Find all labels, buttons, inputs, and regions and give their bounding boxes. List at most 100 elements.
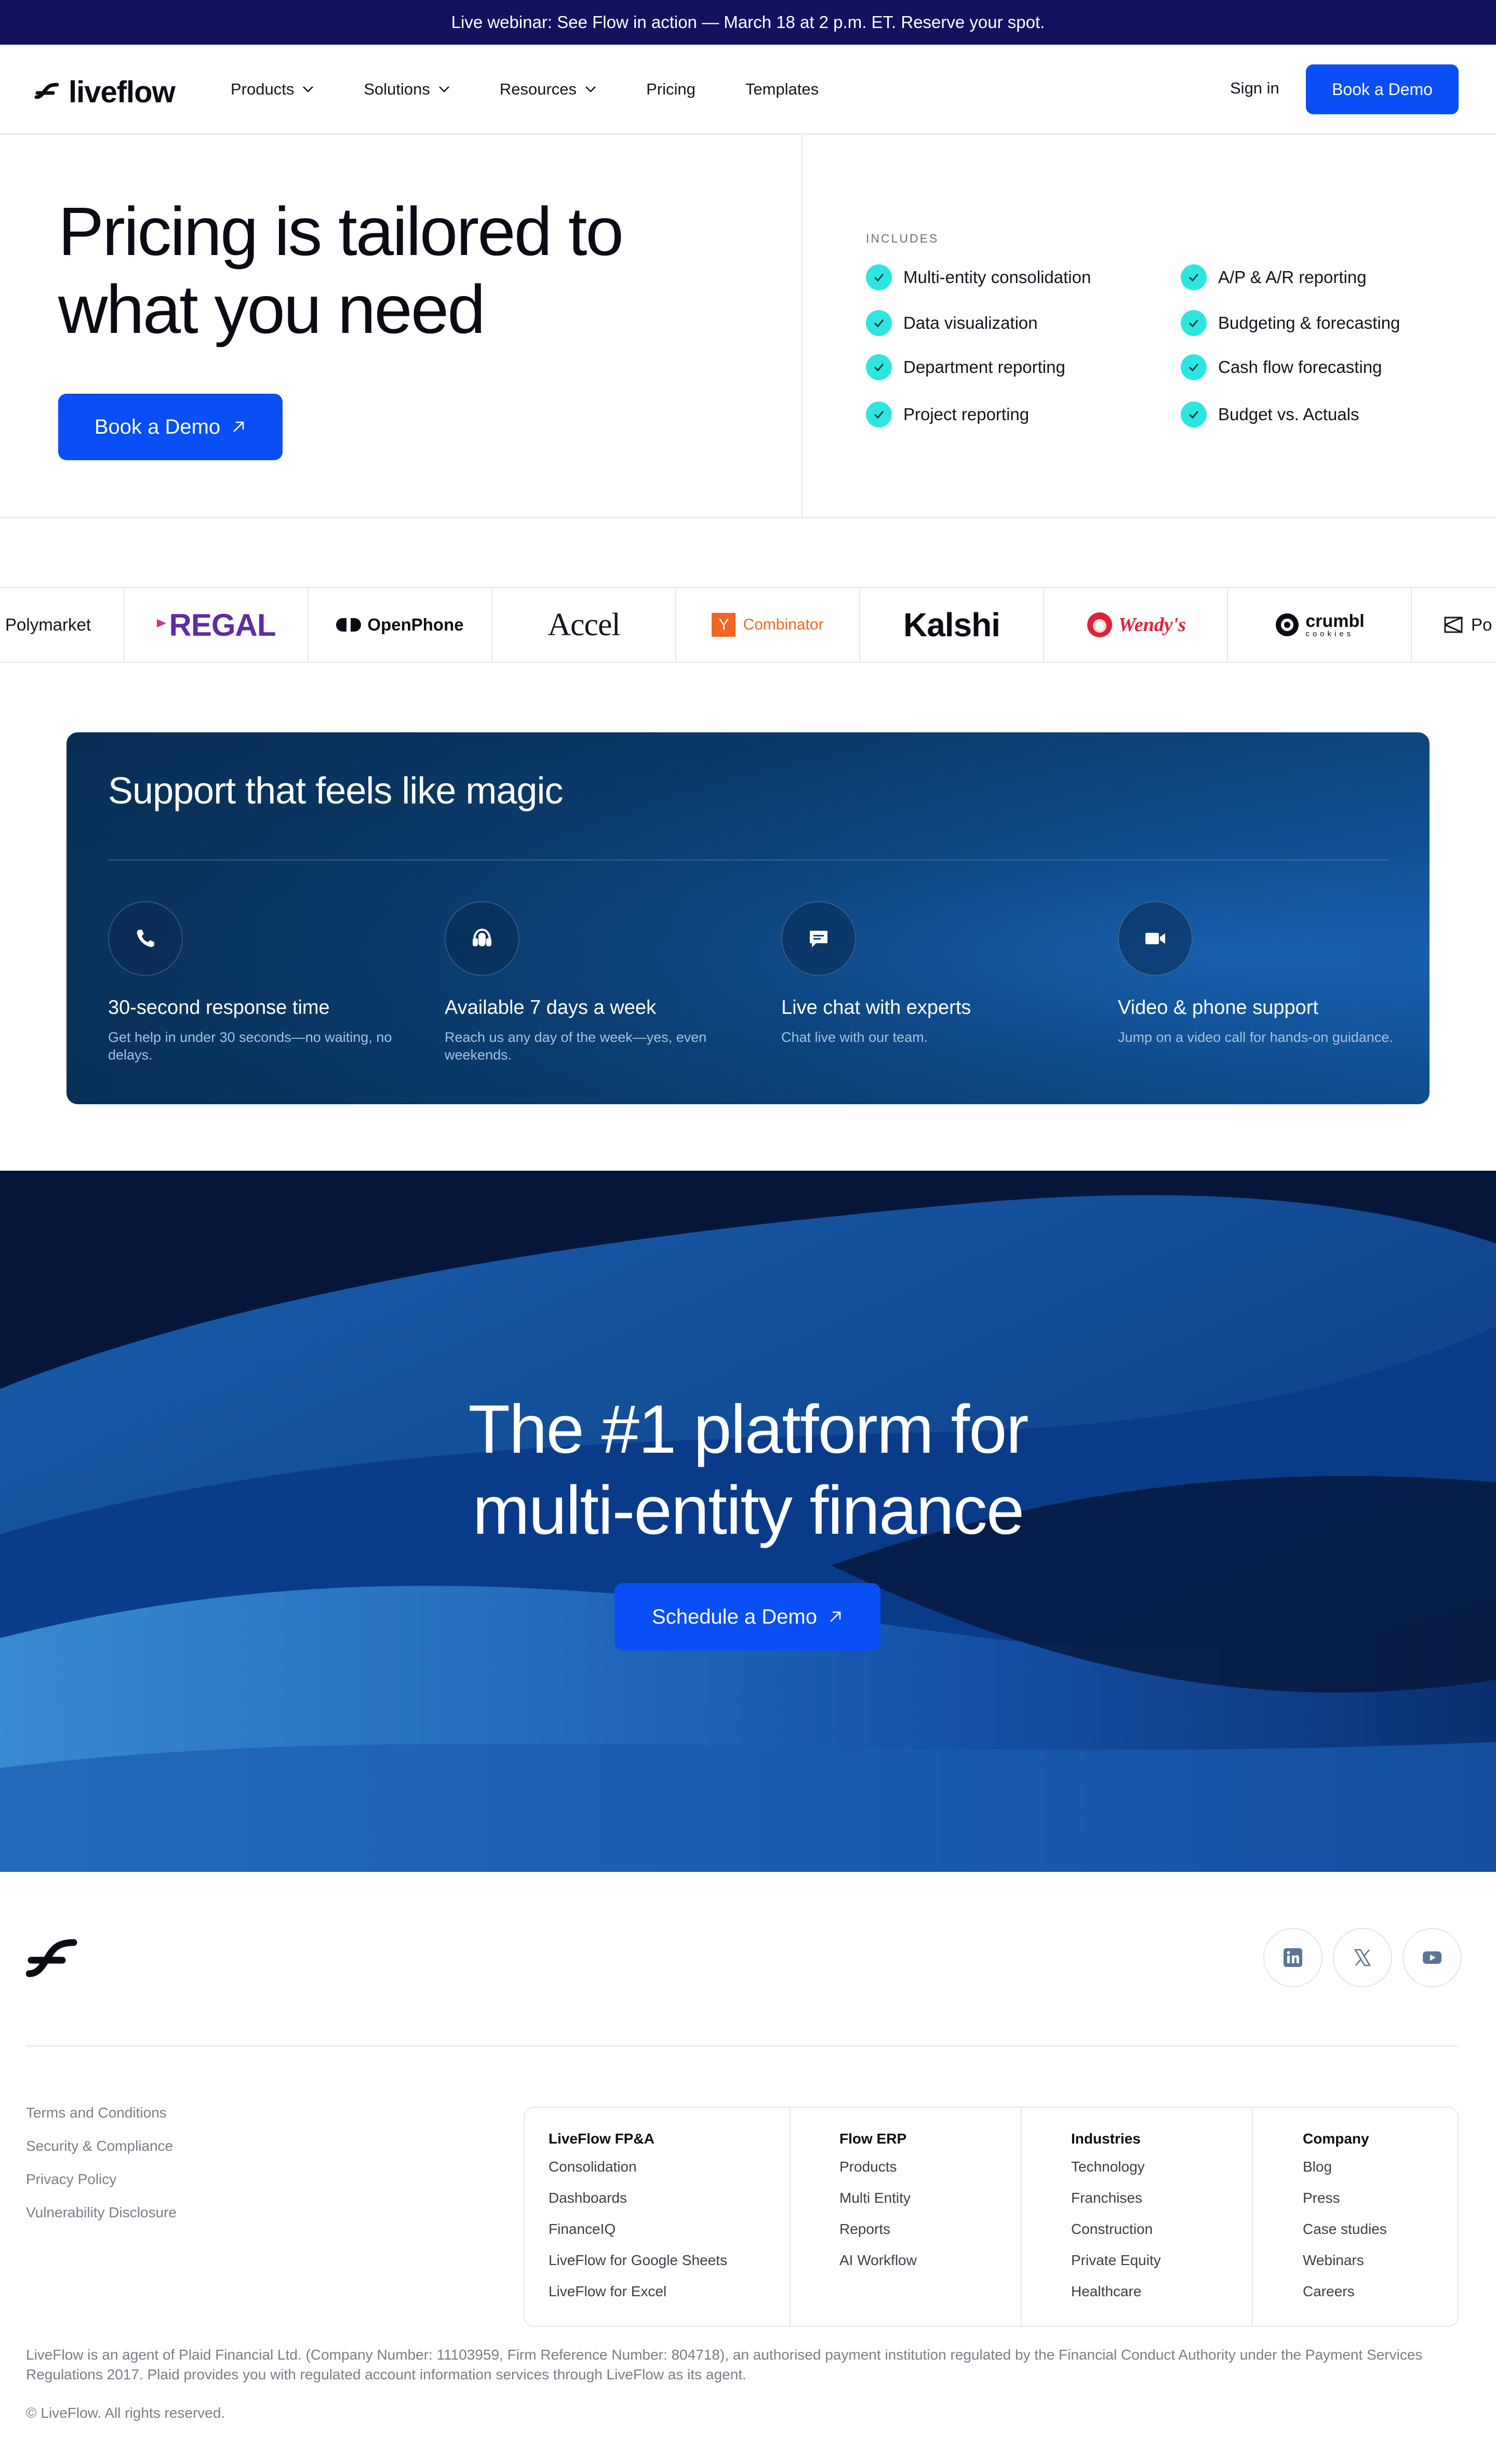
support-item-desc: Get help in under 30 seconds—no waiting,… [108, 1029, 392, 1063]
linkedin-link[interactable] [1263, 1928, 1323, 1987]
support-item-desc: Jump on a video call for hands-on guidan… [1118, 1029, 1393, 1045]
terms-link[interactable]: Terms and Conditions [26, 2105, 167, 2121]
feature-label: Cash flow forecasting [1218, 357, 1382, 377]
logo-accel-text: Accel [547, 607, 621, 642]
cta-title: The #1 platform for multi-entity finance [0, 1389, 1496, 1551]
announcement-bar[interactable]: Live webinar: See Flow in action — March… [0, 0, 1496, 45]
support-title: Support that feels like magic [108, 770, 563, 812]
footer-link[interactable]: Technology [1071, 2151, 1161, 2182]
hero-divider [802, 135, 803, 517]
nav-resources-label: Resources [499, 79, 577, 98]
footer-link[interactable]: Reports [839, 2214, 917, 2245]
sign-in-link[interactable]: Sign in [1230, 79, 1279, 98]
footer-link[interactable]: LiveFlow for Excel [549, 2276, 727, 2307]
nav-solutions[interactable]: Solutions [364, 80, 450, 99]
feature-item: Cash flow forecasting [1181, 354, 1382, 380]
footer-column-company: Company Blog Press Case studies Webinars… [1303, 2131, 1387, 2307]
hero-book-demo-button[interactable]: Book a Demo [58, 394, 283, 460]
logo-crumbl-text: crumbl [1305, 611, 1365, 631]
footer-link[interactable]: Private Equity [1071, 2245, 1161, 2276]
customer-logos: Polymarket REGAL OpenPhone Accel Y Combi… [0, 587, 1496, 663]
cta-section: The #1 platform for multi-entity finance… [0, 1171, 1496, 1872]
ycombinator-mark-icon: Y [712, 613, 736, 637]
wendys-mark-icon [1087, 612, 1112, 637]
feature-label: Budgeting & forecasting [1218, 313, 1400, 332]
footer-link[interactable]: Multi Entity [839, 2182, 917, 2214]
footer-link[interactable]: Consolidation [549, 2151, 727, 2182]
footer-link[interactable]: Franchises [1071, 2182, 1161, 2214]
feature-item: Budgeting & forecasting [1181, 310, 1400, 336]
logo-polymarket: Polymarket [0, 588, 125, 662]
footer-link[interactable]: FinanceIQ [549, 2214, 727, 2245]
cta-title-line2: multi-entity finance [472, 1472, 1024, 1548]
footer-column-heading: Company [1303, 2131, 1369, 2147]
x-link[interactable] [1333, 1928, 1392, 1987]
chevron-down-icon [585, 86, 596, 92]
nav-pricing-label: Pricing [646, 79, 696, 98]
support-item: Available 7 days a week Reach us any day… [445, 901, 736, 1064]
nav-book-demo-button[interactable]: Book a Demo [1306, 64, 1459, 114]
support-item: 30-second response time Get help in unde… [108, 901, 399, 1064]
chat-icon [781, 901, 856, 976]
youtube-link[interactable] [1402, 1928, 1462, 1987]
support-item-desc: Chat live with our team. [781, 1029, 928, 1045]
nav-resources[interactable]: Resources [500, 80, 596, 99]
footer-link[interactable]: Dashboards [549, 2182, 727, 2214]
regal-mark-icon [156, 619, 166, 627]
logo-wendys-text: Wendy's [1118, 614, 1186, 636]
logo-openphone-text: OpenPhone [367, 615, 464, 634]
copyright: © LiveFlow. All rights reserved. [26, 2405, 225, 2421]
support-card: Support that feels like magic 30-second … [66, 732, 1430, 1104]
crumbl-wordmark: crumbl cookies [1305, 612, 1364, 638]
footer-link[interactable]: Case studies [1303, 2214, 1387, 2245]
regulatory-disclaimer: LiveFlow is an agent of Plaid Financial … [26, 2347, 1423, 2382]
support-item-title: Video & phone support [1118, 997, 1318, 1019]
footer-column-heading: Flow ERP [839, 2131, 907, 2147]
support-item: Video & phone support Jump on a video ca… [1118, 901, 1409, 1046]
footer-liveflow-mark-icon[interactable] [26, 1933, 78, 1983]
logo-openphone: OpenPhone [309, 588, 492, 662]
footer-link[interactable]: Healthcare [1071, 2276, 1161, 2307]
pricing-hero: Pricing is tailored to what you need Boo… [0, 135, 1496, 518]
support-divider [108, 860, 1388, 861]
nav-solutions-label: Solutions [364, 79, 430, 98]
schedule-demo-button[interactable]: Schedule a Demo [615, 1583, 880, 1651]
footer-column-industries: Industries Technology Franchises Constru… [1071, 2131, 1161, 2307]
security-compliance-link[interactable]: Security & Compliance [26, 2138, 173, 2154]
footer-link-columns: LiveFlow FP&A Consolidation Dashboards F… [524, 2107, 1459, 2327]
feature-item: Department reporting [866, 354, 1065, 380]
privacy-policy-link[interactable]: Privacy Policy [26, 2171, 116, 2188]
vulnerability-disclosure-link[interactable]: Vulnerability Disclosure [26, 2204, 177, 2221]
feature-label: Data visualization [903, 313, 1038, 332]
logo-polymarket-text: Polymarket [5, 615, 91, 634]
footer-link[interactable]: AI Workflow [839, 2245, 917, 2276]
feature-label: Department reporting [903, 357, 1065, 377]
nav-templates-label: Templates [745, 79, 819, 98]
nav-templates[interactable]: Templates [745, 80, 819, 99]
support-item-title: Available 7 days a week [445, 997, 656, 1019]
phone-icon [108, 901, 183, 976]
check-icon [1181, 264, 1207, 290]
nav-products[interactable]: Products [231, 80, 314, 99]
linkedin-icon [1284, 1948, 1302, 1967]
logo-wendys: Wendy's [1044, 588, 1228, 662]
footer-column-heading: Industries [1071, 2131, 1141, 2147]
logo-kalshi: Kalshi [860, 588, 1044, 662]
footer-link[interactable]: Press [1303, 2182, 1387, 2214]
footer-link[interactable]: Careers [1303, 2276, 1387, 2307]
crumbl-mark-icon [1276, 613, 1299, 636]
footer-link[interactable]: Products [839, 2151, 917, 2182]
logo-regal-text: REGAL [169, 607, 276, 642]
page-title: Pricing is tailored to what you need [58, 193, 624, 347]
footer-link[interactable]: Webinars [1303, 2245, 1387, 2276]
announcement-text[interactable]: Live webinar: See Flow in action — March… [451, 12, 1045, 32]
footer-column-divider [790, 2108, 791, 2326]
logo-crumbl: crumbl cookies [1228, 588, 1412, 662]
feature-item: Budget vs. Actuals [1181, 401, 1359, 427]
arrow-up-right-icon [233, 421, 244, 432]
footer-link[interactable]: LiveFlow for Google Sheets [549, 2245, 727, 2276]
footer-link[interactable]: Blog [1303, 2151, 1387, 2182]
footer-link[interactable]: Construction [1071, 2214, 1161, 2245]
nav-pricing[interactable]: Pricing [646, 80, 696, 99]
brand-logo[interactable]: liveflow [34, 75, 176, 110]
